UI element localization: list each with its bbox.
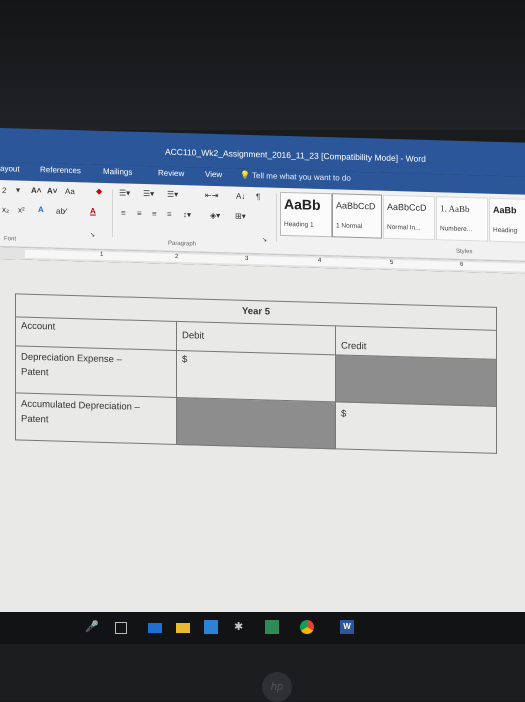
paragraph-dialog-launcher-icon[interactable]: ↘ [262,236,267,243]
borders-icon[interactable]: ⊞▾ [235,212,246,221]
group-separator [112,189,113,238]
debit-cell-shaded [176,397,336,449]
tab-review[interactable]: Review [158,168,184,178]
font-group-label: Font [4,236,17,243]
style-heading[interactable]: AaBb Heading [489,197,525,243]
numbering-icon[interactable]: ☰▾ [143,189,154,198]
tab-view[interactable]: View [205,170,222,179]
monitor-bezel-top [0,0,525,130]
show-marks-icon[interactable]: ¶ [256,192,260,201]
task-view-icon[interactable] [115,622,127,634]
style-name: Heading [493,226,518,235]
bullets-icon[interactable]: ☰▾ [119,188,130,197]
puzzle-icon[interactable]: ✱ [234,620,248,634]
font-dialog-launcher-icon[interactable]: ↘ [90,232,95,239]
text-effects-icon[interactable]: A [38,205,44,214]
store-icon[interactable] [204,620,218,634]
account-line: Patent [21,413,49,426]
style-preview: 1. AaBb [440,203,470,215]
group-separator [276,193,277,242]
account-cell[interactable]: Accumulated Depreciation – Patent [15,392,177,445]
font-size-box[interactable]: 2 [2,186,6,195]
style-name: 1 Normal [336,222,363,231]
style-preview: AaBbCcD [387,201,427,213]
style-numbered[interactable]: 1. AaBb Numbere... [436,196,488,242]
font-color-icon[interactable]: A [90,207,96,216]
grow-font-icon[interactable]: A˄ [31,186,41,195]
shading-icon[interactable]: ◈▾ [210,211,220,220]
style-name: Numbere... [440,225,473,234]
ruler-mark: 6 [460,261,464,268]
header-debit[interactable]: Debit [176,321,336,355]
indent-icon[interactable]: ⇤⇥ [205,191,218,200]
taskbar: 🎤 ✱ W [0,612,525,644]
font-size-dropdown-icon[interactable]: ▾ [16,185,20,194]
highlight-icon[interactable]: ab∕ [56,207,66,216]
word-icon[interactable]: W [340,620,354,634]
subscript-icon[interactable]: x₂ [2,205,9,214]
tab-mailings[interactable]: Mailings [103,167,132,177]
multilevel-list-icon[interactable]: ☰▾ [167,190,178,199]
style-heading-1[interactable]: AaBb Heading 1 [280,191,332,238]
document-page[interactable]: Year 5 Account Debit Credit Depreciation… [0,259,525,634]
align-left-icon[interactable]: ≡ [121,208,126,217]
tell-me-text: Tell me what you want to do [252,171,351,183]
style-name: Normal In... [387,223,421,232]
journal-entry-table[interactable]: Year 5 Account Debit Credit Depreciation… [15,293,497,454]
account-line: Accumulated Depreciation – [21,398,140,413]
style-name: Heading 1 [284,220,314,229]
account-line: Patent [21,366,49,379]
style-normal-indent[interactable]: AaBbCcD Normal In... [383,194,435,241]
account-line: Depreciation Expense – [21,351,122,366]
change-case-button[interactable]: Aa [65,187,75,196]
header-credit[interactable]: Credit [335,325,497,360]
style-preview: AaBb [493,204,517,216]
ruler-mark: 5 [390,259,394,266]
style-normal[interactable]: AaBbCcD 1 Normal [332,193,382,239]
justify-icon[interactable]: ≡ [167,210,172,219]
window-title: ACC110_Wk2_Assignment_2016_11_23 [Compat… [165,146,426,164]
photos-icon[interactable] [265,620,279,634]
hp-logo-icon: hp [262,672,292,702]
tab-references[interactable]: References [40,165,81,175]
sort-icon[interactable]: A↓ [236,192,245,201]
microphone-icon[interactable]: 🎤 [85,620,99,634]
word-window: ACC110_Wk2_Assignment_2016_11_23 [Compat… [0,128,525,643]
credit-cell-shaded [335,354,497,407]
style-preview: AaBb [284,195,321,213]
ruler-mark: 2 [175,253,179,260]
header-account[interactable]: Account [15,316,177,351]
shrink-font-icon[interactable]: A˅ [47,186,57,195]
line-spacing-icon[interactable]: ↕▾ [183,210,191,219]
tab-layout[interactable]: ayout [0,164,20,174]
paragraph-group-label: Paragraph [168,240,197,248]
ruler-mark: 3 [245,255,249,262]
credit-cell[interactable]: $ [335,401,497,454]
superscript-icon[interactable]: x² [18,206,25,215]
ruler-mark: 4 [318,257,322,264]
file-explorer-icon[interactable] [176,623,190,633]
styles-group-label: Styles [456,248,473,256]
lightbulb-icon: 💡 [240,170,250,180]
align-center-icon[interactable]: ≡ [137,209,142,218]
ruler-mark: 1 [100,251,104,258]
edge-icon[interactable] [148,623,162,633]
tell-me-box[interactable]: 💡 Tell me what you want to do [240,171,351,183]
chrome-icon[interactable] [300,620,314,634]
account-cell[interactable]: Depreciation Expense – Patent [15,345,177,398]
style-preview: AaBbCcD [336,200,376,212]
align-right-icon[interactable]: ≡ [152,209,157,218]
clear-formatting-icon[interactable]: ◆ [96,187,102,196]
debit-cell[interactable]: $ [176,350,336,402]
